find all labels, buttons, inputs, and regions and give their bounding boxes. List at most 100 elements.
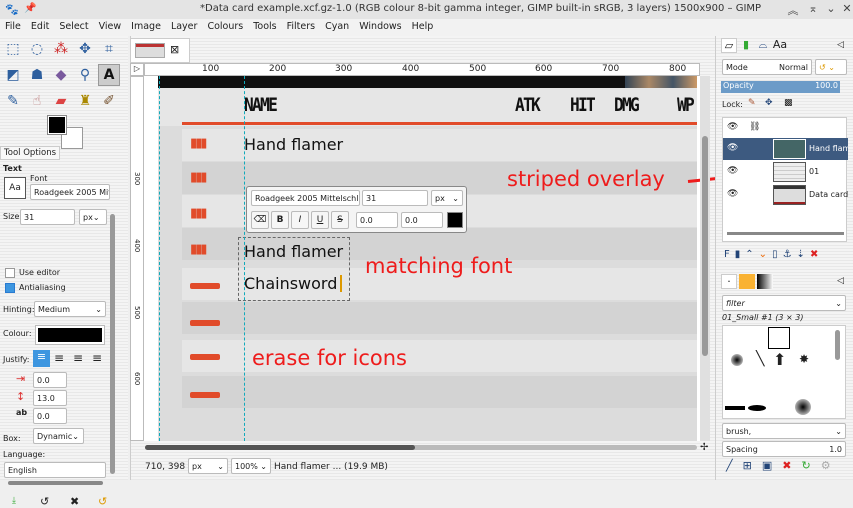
font-field[interactable]: Roadgeek 2005 Mittelschrift <box>30 184 110 200</box>
brush-fuzzy[interactable] <box>731 354 743 366</box>
box-select[interactable]: Dynamic ⌄ <box>33 428 84 444</box>
use-editor-checkbox[interactable] <box>5 268 15 278</box>
guide-vertical[interactable] <box>244 76 245 441</box>
hinting-select[interactable]: Medium ⌄ <box>34 301 106 317</box>
tab-brushes[interactable]: · <box>721 274 737 289</box>
lock-pixels-icon[interactable]: ✎ <box>748 98 756 108</box>
navigate-icon[interactable]: ✢ <box>700 442 708 453</box>
colour-swatch[interactable] <box>35 325 105 345</box>
tool-options-scrollbar[interactable] <box>110 214 115 474</box>
brush-line[interactable]: ╲ <box>756 351 764 367</box>
pin-icon[interactable]: 📌 <box>24 3 36 14</box>
brush-grid[interactable]: ╲ ⬆ ✸ <box>722 325 846 419</box>
tab-fonts[interactable]: Aa <box>772 38 788 53</box>
foreground-color[interactable] <box>47 115 67 135</box>
paths-tool[interactable]: ⚲ <box>74 64 96 86</box>
menu-tools[interactable]: Tools <box>248 19 281 36</box>
rect-select-tool[interactable]: ⬚ <box>2 38 24 60</box>
delete-brush-icon[interactable]: ✖ <box>782 459 791 472</box>
tool-options-hscrollbar[interactable] <box>8 481 103 485</box>
save-options-icon[interactable]: ⤓ <box>12 496 16 506</box>
brushes-menu-icon[interactable]: ◁ <box>837 276 844 286</box>
menu-layer[interactable]: Layer <box>166 19 203 36</box>
reset-options-icon[interactable]: ↺ <box>98 495 107 508</box>
new-layer-group-icon[interactable]: F <box>724 249 730 260</box>
warp-tool[interactable]: ☗ <box>26 64 48 86</box>
open-brush-icon[interactable]: ⚙ <box>821 459 831 472</box>
paintbrush-tool[interactable]: ✐ <box>98 90 120 112</box>
underline-button[interactable]: U <box>311 211 329 229</box>
menu-edit[interactable]: Edit <box>26 19 54 36</box>
italic-button[interactable]: I <box>291 211 309 229</box>
dock-menu-icon[interactable]: ◁ <box>837 40 844 50</box>
brush-tag-field[interactable]: brush, ⌄ <box>722 423 846 439</box>
unit-select[interactable]: px ⌄ <box>79 209 107 225</box>
language-field[interactable]: English <box>4 462 106 478</box>
vertical-scroll-thumb[interactable] <box>702 136 708 356</box>
bold-button[interactable]: B <box>271 211 289 229</box>
smudge-tool[interactable]: ☝ <box>26 90 48 112</box>
delete-layer-icon[interactable]: ✖ <box>810 249 818 260</box>
status-unit-select[interactable]: px ⌄ <box>188 458 228 474</box>
guide-vertical[interactable] <box>159 76 160 441</box>
justify-center-button[interactable]: ≡ <box>73 351 83 365</box>
tab-channels[interactable]: ▮ <box>738 38 754 53</box>
justify-right-button[interactable]: ≡ <box>54 351 64 365</box>
lower-layer-icon[interactable]: ⌄ <box>759 249 767 260</box>
clone-tool[interactable]: ♜ <box>74 90 96 112</box>
visibility-icon[interactable]: 👁 <box>727 189 738 199</box>
brush-selected[interactable] <box>768 327 790 349</box>
editor-font-field[interactable]: Roadgeek 2005 Mittelschl <box>251 190 360 206</box>
brush-arrow[interactable]: ⬆ <box>773 350 786 369</box>
clear-style-button[interactable]: ⌫ <box>251 211 269 229</box>
new-brush-icon[interactable]: ⊞ <box>743 459 752 472</box>
menu-filters[interactable]: Filters <box>282 19 320 36</box>
gradient-tool[interactable]: ◆ <box>50 64 72 86</box>
opacity-slider[interactable]: Opacity 100.0 <box>721 81 840 93</box>
keep-above-icon[interactable]: ︽ <box>784 2 802 18</box>
menu-help[interactable]: Help <box>407 19 439 36</box>
menu-file[interactable]: File <box>0 19 26 36</box>
merge-layer-icon[interactable]: ⇣ <box>797 249 805 260</box>
text-box-frame[interactable] <box>238 237 350 301</box>
close-icon[interactable]: ✕ <box>838 2 853 15</box>
layers-hscrollbar[interactable] <box>727 232 844 235</box>
letter-spacing-field[interactable]: 0.0 <box>33 408 67 424</box>
maximize-icon[interactable]: ⌅ <box>804 2 822 15</box>
tab-gradients[interactable] <box>757 274 773 289</box>
menu-cyan[interactable]: Cyan <box>320 19 354 36</box>
edit-brush-icon[interactable]: ╱ <box>726 459 733 472</box>
left-ruler[interactable]: 300 400 500 600 <box>130 76 144 441</box>
close-tab-icon[interactable]: ⊠ <box>170 43 179 56</box>
lock-alpha-icon[interactable]: ▩ <box>784 98 793 108</box>
tab-layers[interactable]: ▱ <box>721 38 737 53</box>
color-picker-tool[interactable]: ✎ <box>2 90 24 112</box>
brush-soft[interactable] <box>795 399 811 415</box>
menu-image[interactable]: Image <box>126 19 166 36</box>
editor-size-field[interactable]: 31 <box>362 190 428 206</box>
antialiasing-checkbox[interactable] <box>5 283 15 293</box>
fuzzy-select-tool[interactable]: ⁂ <box>50 38 72 60</box>
layer-item[interactable]: 👁 01 <box>723 161 848 183</box>
size-field[interactable]: 31 <box>20 209 75 225</box>
navigate-button[interactable]: ▷ <box>130 63 144 76</box>
indent-field[interactable]: 0.0 <box>33 372 67 388</box>
kerning-field[interactable]: 0.0 <box>401 212 443 228</box>
tab-paths[interactable]: ⌓ <box>755 38 771 53</box>
vertical-scrollbar[interactable] <box>700 76 710 441</box>
brush-ellipse[interactable] <box>748 405 766 411</box>
top-ruler[interactable]: 100 200 300 400 500 600 700 800 <box>144 63 700 76</box>
line-spacing-field[interactable]: 13.0 <box>33 390 67 406</box>
delete-options-icon[interactable]: ✖ <box>70 495 79 508</box>
duplicate-layer-icon[interactable]: ▯ <box>772 249 778 260</box>
horizontal-scroll-thumb[interactable] <box>145 445 415 450</box>
editor-unit-select[interactable]: px ⌄ <box>431 190 463 206</box>
transform-tool[interactable]: ◩ <box>2 64 24 86</box>
font-preview-icon[interactable]: Aa <box>4 177 26 199</box>
visibility-icon[interactable]: 👁 <box>727 166 738 176</box>
strikethrough-button[interactable]: S <box>331 211 349 229</box>
image-tab[interactable]: ⊠ <box>130 38 190 63</box>
layer-composite-select[interactable]: ↺ ⌄ <box>815 59 847 75</box>
menu-colours[interactable]: Colours <box>202 19 248 36</box>
raise-layer-icon[interactable]: ⌃ <box>745 249 753 260</box>
